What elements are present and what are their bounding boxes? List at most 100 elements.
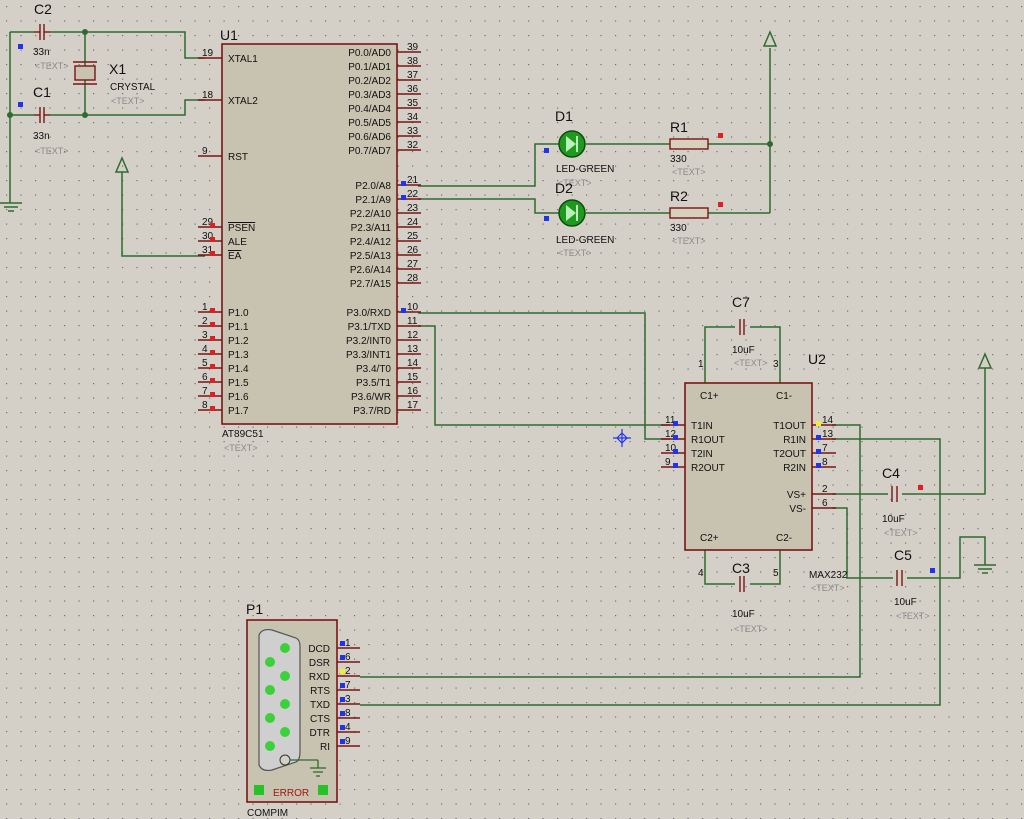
u1-pin-name: P1.0 xyxy=(228,308,249,319)
u1-pin-number: 10 xyxy=(407,302,419,313)
u2-pin-number: 9 xyxy=(665,457,671,468)
p1-pin-number: 8 xyxy=(345,708,351,719)
u1-pin-number: 1 xyxy=(202,302,208,313)
u1-pin-name: P2.2/A10 xyxy=(350,209,392,220)
r2-text-tag: <TEXT> xyxy=(672,236,706,246)
u1-pin-name: XTAL2 xyxy=(228,96,258,107)
pin-marker xyxy=(718,202,723,207)
c5-ref: C5 xyxy=(894,547,912,563)
d1-ref: D1 xyxy=(555,108,573,124)
p1-pin-number: 7 xyxy=(345,680,351,691)
u1-pin-number: 35 xyxy=(407,98,419,109)
u2-pin-number: 14 xyxy=(822,415,834,426)
u2-pin-number: 1 xyxy=(698,359,704,370)
d1-value: LED-GREEN xyxy=(556,164,614,175)
pin-marker xyxy=(816,463,821,468)
u1-pin-name: P2.3/A11 xyxy=(351,223,392,234)
u1-pin-number: 37 xyxy=(407,70,419,81)
c7-value: 10uF xyxy=(732,345,755,356)
p1-pin-name: RXD xyxy=(309,672,330,683)
u1-pin-number: 26 xyxy=(407,245,419,256)
p1-pin-name: DTR xyxy=(309,728,330,739)
chip-u1-at89c51[interactable]: U1 AT89C51 <TEXT> 19XTAL118XTAL29RST29PS… xyxy=(198,27,421,453)
c7-text-tag: <TEXT> xyxy=(734,358,768,368)
u1-pin-name: P0.6/AD6 xyxy=(348,132,391,143)
u1-pin-name: P3.4/T0 xyxy=(356,364,391,375)
r1-value: 330 xyxy=(670,154,687,165)
u1-pin-name: P3.3/INT1 xyxy=(346,350,391,361)
p1-ref: P1 xyxy=(246,601,263,617)
c3-value: 10uF xyxy=(732,609,755,620)
u2-pin-number: 6 xyxy=(822,498,828,509)
r1-ref: R1 xyxy=(670,119,688,135)
d2-text-tag: <TEXT> xyxy=(558,248,592,258)
d2-value: LED-GREEN xyxy=(556,235,614,246)
c2-value: 33n xyxy=(33,47,50,58)
u1-pin-number: 2 xyxy=(202,316,208,327)
c7-ref: C7 xyxy=(732,294,750,310)
p1-pin-number: 4 xyxy=(345,722,351,733)
u1-pin-number: 7 xyxy=(202,386,208,397)
pin-marker xyxy=(210,322,215,327)
pin-marker xyxy=(340,697,345,702)
u2-pin-name: T2OUT xyxy=(773,449,806,460)
p1-pin-name: RI xyxy=(320,742,330,753)
pin-marker xyxy=(340,669,345,674)
u1-pin-name: P2.6/A14 xyxy=(350,265,392,276)
u1-pin-name: P0.7/AD7 xyxy=(348,146,391,157)
u1-pin-name: P1.6 xyxy=(228,392,249,403)
u1-pin-number: 13 xyxy=(407,344,419,355)
u1-pin-name: P2.1/A9 xyxy=(355,195,391,206)
u1-pin-name: RST xyxy=(228,152,248,163)
u1-pin-number: 22 xyxy=(407,189,419,200)
c1-value: 33n xyxy=(33,131,50,142)
pin-marker xyxy=(210,308,215,313)
c4-text-tag: <TEXT> xyxy=(884,528,918,538)
pin-marker xyxy=(918,485,923,490)
p1-pin-number: 2 xyxy=(345,666,351,677)
u1-pin-number: 15 xyxy=(407,372,419,383)
pin-marker xyxy=(340,725,345,730)
u2-pin-number: 13 xyxy=(822,429,834,440)
pin-marker xyxy=(210,223,215,228)
pin-marker xyxy=(210,251,215,256)
u1-pin-number: 16 xyxy=(407,386,419,397)
r2-value: 330 xyxy=(670,223,687,234)
u1-pin-number: 11 xyxy=(407,316,418,327)
u2-pin-name: R1IN xyxy=(783,435,806,446)
pin-marker xyxy=(544,148,549,153)
schematic-canvas[interactable]: C2 33n <TEXT> C1 33n <TEXT> X1 CRYSTAL <… xyxy=(0,0,1024,819)
p1-pin-number: 9 xyxy=(345,736,351,747)
pin-marker xyxy=(18,102,23,107)
u1-pin-name: P0.3/AD3 xyxy=(348,90,391,101)
u1-pin-name: P0.0/AD0 xyxy=(348,48,391,59)
c5-text-tag: <TEXT> xyxy=(896,611,930,621)
c3-text-tag: <TEXT> xyxy=(734,624,768,634)
p1-pin-number: 1 xyxy=(345,638,351,649)
p1-pin-name: DCD xyxy=(308,644,330,655)
u1-part: AT89C51 xyxy=(222,429,264,440)
u1-pin-name: P0.2/AD2 xyxy=(348,76,391,87)
pin-marker xyxy=(210,237,215,242)
u1-pin-number: 12 xyxy=(407,330,419,341)
u1-pin-number: 6 xyxy=(202,372,208,383)
u1-pin-number: 19 xyxy=(202,48,214,59)
pin-marker xyxy=(210,350,215,355)
u1-pin-name: P3.1/TXD xyxy=(348,322,391,333)
u1-pin-number: 23 xyxy=(407,203,419,214)
pin-marker xyxy=(401,195,406,200)
u1-pin-name: P2.0/A8 xyxy=(355,181,391,192)
pin-marker xyxy=(816,449,821,454)
u1-pin-name: PSEN xyxy=(228,223,255,234)
x1-value: CRYSTAL xyxy=(110,82,156,93)
u2-pin-name: T1OUT xyxy=(773,421,806,432)
u1-pin-name: P1.3 xyxy=(228,350,249,361)
x1-text-tag: <TEXT> xyxy=(111,96,145,106)
c1-ref: C1 xyxy=(33,84,51,100)
u2-pin-name: VS- xyxy=(789,504,806,515)
u1-pin-name: P2.5/A13 xyxy=(350,251,392,262)
u1-pin-name: P3.2/INT0 xyxy=(346,336,391,347)
c5-value: 10uF xyxy=(894,597,917,608)
pin-marker xyxy=(718,133,723,138)
u2-right-pins: 14 T1OUT 13 R1IN 7 T2OUT 8 R2IN xyxy=(773,415,836,474)
